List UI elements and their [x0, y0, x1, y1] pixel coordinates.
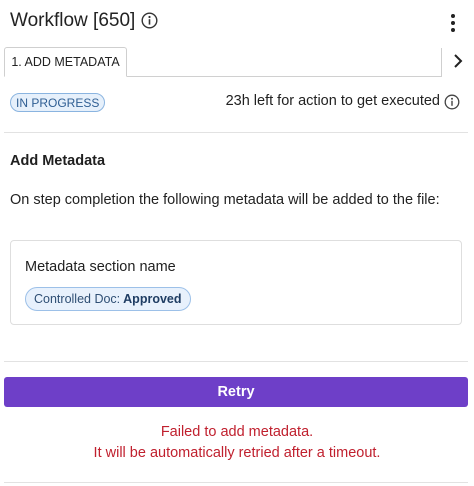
metadata-chip: Controlled Doc: Approved	[25, 287, 191, 311]
chevron-right-icon[interactable]	[449, 52, 467, 70]
error-message-line-1: Failed to add metadata.	[160, 424, 314, 440]
divider	[4, 132, 468, 133]
metadata-chip-value: Approved	[123, 292, 182, 306]
workflow-title: Workflow [650]	[10, 10, 136, 31]
metadata-chip-key: Controlled Doc:	[34, 292, 121, 306]
section-title: Add Metadata	[10, 153, 106, 169]
error-message-line-2: It will be automatically retried after a…	[93, 445, 381, 461]
info-icon[interactable]	[141, 12, 158, 29]
metadata-section-name: Metadata section name	[25, 259, 176, 275]
status-badge: IN PROGRESS	[10, 93, 106, 112]
divider	[4, 482, 468, 483]
info-icon[interactable]	[444, 94, 460, 110]
retry-button[interactable]: Retry	[4, 377, 468, 407]
more-options-icon[interactable]	[446, 12, 460, 34]
section-description: On step completion the following metadat…	[10, 192, 440, 208]
divider	[4, 361, 468, 362]
metadata-card: Metadata section name Controlled Doc: Ap…	[10, 240, 462, 325]
tab-add-metadata[interactable]: 1. ADD METADATA	[4, 47, 127, 77]
tab-scroll-divider	[441, 48, 442, 76]
time-left-text: 23h left for action to get executed	[225, 93, 440, 109]
panel-header: Workflow [650]	[0, 0, 474, 44]
